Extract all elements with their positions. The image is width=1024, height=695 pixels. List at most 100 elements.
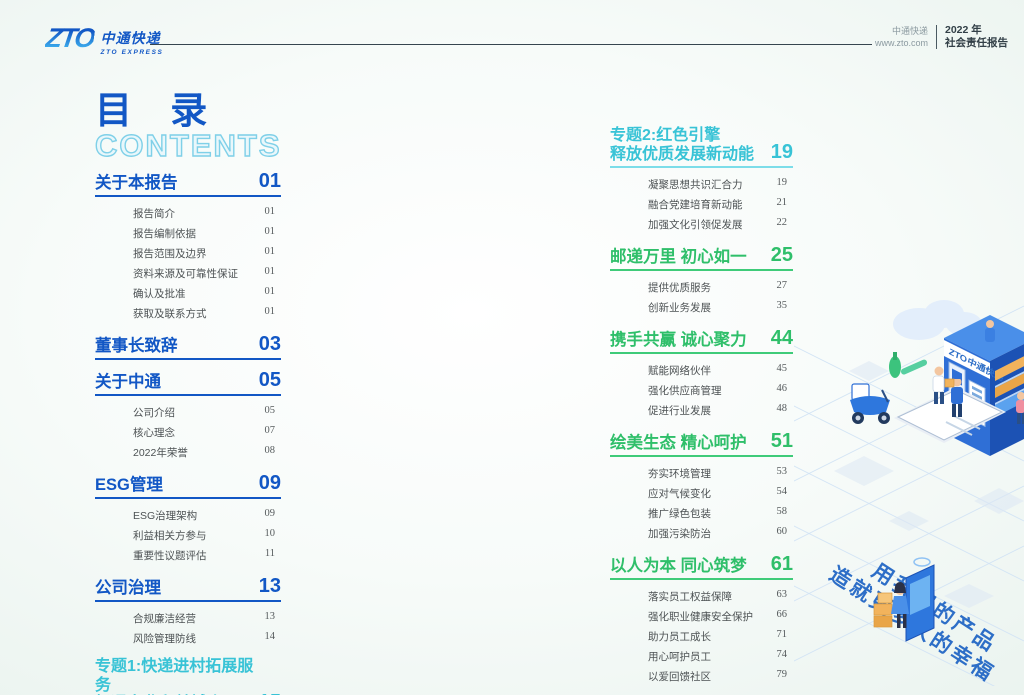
toc-entry[interactable]: 赋能网络伙伴 45 (610, 360, 793, 380)
toc-entry-label: 核心理念 (133, 426, 175, 439)
toc-entry[interactable]: 利益相关方参与 10 (95, 525, 281, 545)
toc-section: 专题1:快递进村拓展服务畅通宜业和美城乡15织密快递进村网络15促进县域商业繁荣… (95, 658, 281, 695)
toc-section-header[interactable]: 绘美生态 精心呵护 51 (610, 430, 793, 455)
toc-entry[interactable]: 融合党建培育新动能 21 (610, 194, 793, 214)
toc-entry[interactable]: 报告简介 01 (95, 203, 281, 223)
toc-entry[interactable]: 以爱回馈社区 79 (610, 666, 793, 686)
header-website: www.zto.com (874, 38, 928, 48)
toc-entry-label: 推广绿色包装 (648, 507, 711, 520)
page-title: 目 录 CONTENTS (94, 92, 282, 163)
toc-section-header[interactable]: 董事长致辞 03 (95, 333, 281, 358)
illustration: ZTO中通快递 用我们的产品 造就更多人的幸福 (794, 300, 1024, 686)
toc-entry[interactable]: 2022年荣誉 08 (95, 442, 281, 462)
delivery-scooter-illustration (850, 383, 890, 424)
toc-entry[interactable]: 确认及批准 01 (95, 283, 281, 303)
slogan-line1: 用我们的产品 (868, 559, 1002, 658)
toc-section: 专题2:红色引擎 释放优质发展新动能 19 凝聚思想共识汇合力 19 融合党建培育新动能 2… (610, 127, 793, 235)
toc-entry[interactable]: 报告编制依据 01 (95, 223, 281, 243)
toc-section-page-number: 44 (770, 327, 793, 350)
toc-section-items: 赋能网络伙伴 45 强化供应商管理 46 促进行业发展 48 (610, 358, 793, 421)
toc-entry-page-number: 48 (776, 402, 788, 414)
toc-entry[interactable]: 加强文化引领促发展 22 (610, 214, 793, 234)
toc-entry-label: 强化供应商管理 (648, 384, 722, 397)
toc-section-header[interactable]: 携手共赢 诚心聚力 44 (610, 327, 793, 352)
toc-section-title: 绘美生态 精心呵护 (610, 433, 747, 452)
toc-entry[interactable]: 强化供应商管理 46 (610, 380, 793, 400)
toc-entry[interactable]: 加强污染防治 60 (610, 523, 793, 543)
toc-section-title: 邮递万里 初心如一 (610, 247, 747, 266)
toc-section: 董事长致辞 03 (95, 333, 281, 360)
toc-section-header[interactable]: 以人为本 同心筑梦 61 (610, 553, 793, 578)
toc-section-title: 专题2:红色引擎 释放优质发展新动能 (610, 127, 755, 163)
clerk-figure (985, 320, 995, 342)
toc-entry[interactable]: ESG治理架构 09 (95, 505, 281, 525)
toc-section-page-number: 19 (770, 141, 793, 164)
toc-entry-page-number: 08 (264, 444, 276, 456)
page-title-en: CONTENTS (94, 128, 282, 163)
toc-section-title: 专题1:快递进村拓展服务畅通宜业和美城乡 (95, 658, 254, 694)
report-header-info: 中通快递 www.zto.com 2022 年 社会责任报告 (875, 24, 1008, 50)
toc-entry-page-number: 35 (776, 299, 788, 311)
toc-entry-label: 夯实环境管理 (648, 467, 711, 480)
toc-entry[interactable]: 促进行业发展 48 (610, 400, 793, 420)
toc-entry-label: 确认及批准 (133, 287, 186, 300)
toc-entry[interactable]: 报告范围及边界 01 (95, 243, 281, 263)
toc-entry[interactable]: 推广绿色包装 58 (610, 503, 793, 523)
toc-entry-page-number: 45 (776, 362, 788, 374)
toc-section-page-number: 15 (259, 691, 281, 695)
courier-figures (932, 366, 963, 417)
toc-entry-page-number: 07 (264, 424, 276, 436)
toc-section-header[interactable]: 邮递万里 初心如一 25 (610, 244, 793, 269)
toc-section-title: 董事长致辞 (95, 336, 178, 355)
toc-entry-page-number: 54 (776, 485, 788, 497)
toc-entry-label: 促进行业发展 (648, 404, 711, 417)
header-divider-line (150, 44, 872, 45)
toc-entry[interactable]: 用心呵护员工 74 (610, 646, 793, 666)
toc-entry[interactable]: 凝聚思想共识汇合力 19 (610, 174, 793, 194)
toc-entry[interactable]: 创新业务发展 35 (610, 297, 793, 317)
toc-entry-label: 加强污染防治 (648, 527, 711, 540)
toc-entry[interactable]: 落实员工权益保障 63 (610, 586, 793, 606)
toc-section-header[interactable]: 专题2:红色引擎 释放优质发展新动能 19 (610, 127, 793, 166)
header-year: 2022 年 (945, 24, 982, 36)
toc-section: ESG管理 09 ESG治理架构 09 利益相关方参与 10 重要性议题评估 11 (95, 472, 281, 566)
toc-entry[interactable]: 应对气候变化 54 (610, 483, 793, 503)
toc-entry-page-number: 74 (776, 648, 788, 660)
toc-section-header[interactable]: 公司治理 13 (95, 575, 281, 600)
toc-section-header[interactable]: ESG管理 09 (95, 472, 281, 497)
toc-page: ZTO 中通快递 ZTO EXPRESS 中通快递 www.zto.com 20… (0, 0, 1024, 695)
toc-entry-page-number: 53 (776, 465, 788, 477)
toc-entry[interactable]: 公司介绍 05 (95, 402, 281, 422)
toc-entry-page-number: 14 (264, 630, 276, 642)
toc-entry[interactable]: 夯实环境管理 53 (610, 463, 793, 483)
toc-entry-page-number: 60 (776, 525, 788, 537)
toc-entry[interactable]: 重要性议题评估 11 (95, 545, 281, 565)
toc-section-header[interactable]: 专题1:快递进村拓展服务畅通宜业和美城乡 15 (95, 658, 281, 695)
toc-section-title: 关于中通 (95, 372, 161, 391)
toc-entry[interactable]: 获取及联系方式 01 (95, 303, 281, 323)
toc-entry[interactable]: 合规廉洁经营 13 (95, 608, 281, 628)
header-report-name: 社会责任报告 (945, 37, 1008, 49)
toc-entry-label: 以爱回馈社区 (648, 670, 711, 683)
toc-entry[interactable]: 强化职业健康安全保护 66 (610, 606, 793, 626)
toc-entry[interactable]: 核心理念 07 (95, 422, 281, 442)
toc-entry-page-number: 63 (776, 588, 788, 600)
toc-section: 邮递万里 初心如一 25 提供优质服务 27 创新业务发展 35 (610, 244, 793, 318)
toc-entry[interactable]: 风险管理防线 14 (95, 628, 281, 648)
toc-entry-page-number: 27 (776, 279, 788, 291)
toc-entry[interactable]: 资料来源及可靠性保证 01 (95, 263, 281, 283)
toc-section-underline (610, 269, 793, 272)
toc-entry[interactable]: 提供优质服务 27 (610, 277, 793, 297)
toc-entry-page-number: 21 (776, 196, 788, 208)
toc-entry-label: 创新业务发展 (648, 301, 711, 314)
toc-section-page-number: 09 (258, 472, 281, 494)
zto-logo-mark: ZTO (43, 23, 96, 53)
toc-entry[interactable]: 助力员工成长 71 (610, 626, 793, 646)
toc-section-page-number: 03 (258, 333, 281, 355)
toc-section: 关于中通 05 公司介绍 05 核心理念 07 2022年荣誉 08 (95, 369, 281, 463)
toc-entry-page-number: 58 (776, 505, 788, 517)
toc-section-title: 携手共赢 诚心聚力 (610, 330, 747, 349)
woman-figure (891, 582, 909, 628)
toc-section-header[interactable]: 关于中通 05 (95, 369, 281, 394)
toc-section-header[interactable]: 关于本报告 01 (95, 170, 281, 195)
